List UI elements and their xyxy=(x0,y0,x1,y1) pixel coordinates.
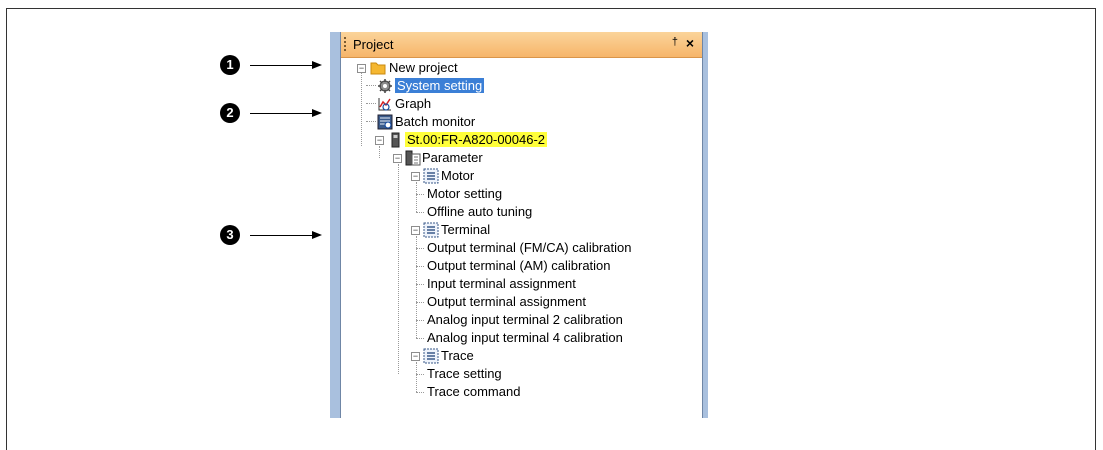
parameter-group-icon xyxy=(423,222,439,238)
tree-line xyxy=(416,266,424,267)
project-panel: Project † × − New project System setting… xyxy=(330,32,708,418)
tree-item-analog-input-2[interactable]: Analog input terminal 2 calibration xyxy=(427,311,623,328)
tree-item-terminal[interactable]: Terminal xyxy=(441,221,490,238)
station-label: St.00:FR-A820-00046-2 xyxy=(405,132,548,147)
tree-item-new-project[interactable]: New project xyxy=(389,59,458,76)
tree-item-motor-setting[interactable]: Motor setting xyxy=(427,185,502,202)
tree-item-input-terminal-assignment[interactable]: Input terminal assignment xyxy=(427,275,576,292)
pin-icon[interactable]: † xyxy=(672,36,678,48)
project-tree: − New project System setting Graph Batch… xyxy=(341,58,702,418)
callout-1: 1 xyxy=(220,55,330,77)
gear-icon xyxy=(378,79,392,93)
tree-line xyxy=(416,362,417,392)
selected-label: System setting xyxy=(395,78,485,93)
tree-line xyxy=(366,121,376,122)
collapse-toggle[interactable]: − xyxy=(411,352,420,361)
tree-item-motor[interactable]: Motor xyxy=(441,167,474,184)
folder-icon xyxy=(370,62,386,75)
tree-line xyxy=(416,302,424,303)
tree-item-output-terminal-am[interactable]: Output terminal (AM) calibration xyxy=(427,257,611,274)
tree-line xyxy=(416,194,424,195)
close-icon[interactable]: × xyxy=(686,35,694,51)
callout-number: 2 xyxy=(220,103,240,123)
tree-line xyxy=(366,85,376,86)
tree-item-output-terminal-fm-ca[interactable]: Output terminal (FM/CA) calibration xyxy=(427,239,631,256)
callout-number: 3 xyxy=(220,225,240,245)
callout-3: 3 xyxy=(220,225,330,247)
tree-line xyxy=(416,248,424,249)
tree-line xyxy=(416,284,424,285)
tree-line xyxy=(416,374,424,375)
tree-line xyxy=(416,236,417,338)
tree-item-batch-monitor[interactable]: Batch monitor xyxy=(395,113,475,130)
parameter-group-icon xyxy=(423,348,439,364)
tree-item-trace-command[interactable]: Trace command xyxy=(427,383,520,400)
tree-item-analog-input-4[interactable]: Analog input terminal 4 calibration xyxy=(427,329,623,346)
tree-line xyxy=(416,392,424,393)
collapse-toggle[interactable]: − xyxy=(357,64,366,73)
callout-number: 1 xyxy=(220,55,240,75)
tree-item-output-terminal-assignment[interactable]: Output terminal assignment xyxy=(427,293,586,310)
graph-icon xyxy=(378,98,391,111)
arrow-right-icon xyxy=(250,60,322,69)
tree-line xyxy=(361,68,362,146)
tree-item-system-setting[interactable]: System setting xyxy=(395,77,485,94)
collapse-toggle[interactable]: − xyxy=(411,226,420,235)
tree-line xyxy=(398,164,399,374)
tree-item-trace[interactable]: Trace xyxy=(441,347,474,364)
arrow-right-icon xyxy=(250,108,322,117)
tree-line xyxy=(416,182,417,212)
tree-item-graph[interactable]: Graph xyxy=(395,95,431,112)
tree-line xyxy=(416,338,424,339)
tree-line xyxy=(416,320,424,321)
tree-item-trace-setting[interactable]: Trace setting xyxy=(427,365,502,382)
parameter-group-icon xyxy=(423,168,439,184)
tree-item-parameter[interactable]: Parameter xyxy=(422,149,483,166)
inverter-icon xyxy=(391,132,400,148)
tree-line xyxy=(366,103,376,104)
parameter-icon xyxy=(405,150,421,166)
tree-line xyxy=(379,146,380,158)
panel-titlebar[interactable]: Project † × xyxy=(341,32,702,58)
batch-monitor-icon xyxy=(377,114,393,130)
tree-line xyxy=(416,212,424,213)
collapse-toggle[interactable]: − xyxy=(411,172,420,181)
callout-2: 2 xyxy=(220,103,330,125)
collapse-toggle[interactable]: − xyxy=(393,154,402,163)
tree-item-station[interactable]: St.00:FR-A820-00046-2 xyxy=(405,131,548,148)
collapse-toggle[interactable]: − xyxy=(375,136,384,145)
drag-grip-icon[interactable] xyxy=(344,37,346,52)
tree-item-offline-auto-tuning[interactable]: Offline auto tuning xyxy=(427,203,532,220)
panel-title: Project xyxy=(353,37,394,52)
arrow-right-icon xyxy=(250,230,322,239)
panel-body: Project † × − New project System setting… xyxy=(340,32,703,418)
